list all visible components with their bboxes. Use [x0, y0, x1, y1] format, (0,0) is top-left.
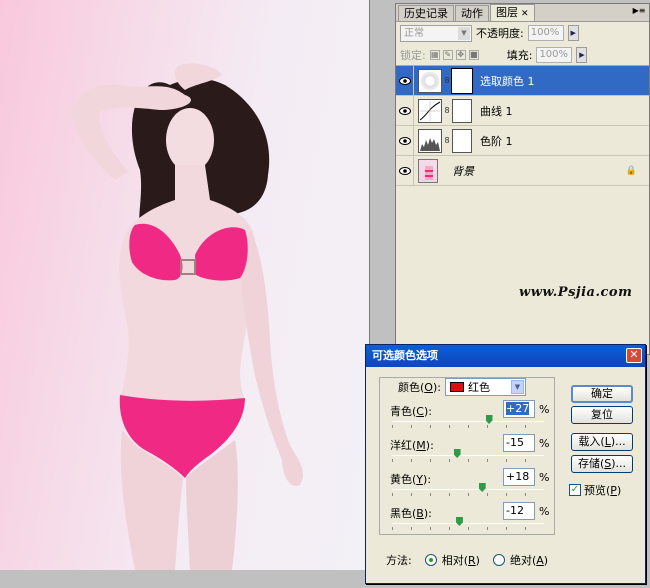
- eye-icon[interactable]: [396, 155, 414, 186]
- curves-icon: [418, 98, 442, 123]
- percent-label: %: [539, 437, 550, 450]
- slider-ticks: [392, 459, 544, 462]
- fill-label: 填充:: [506, 48, 533, 62]
- lock-all-icon[interactable]: ■: [468, 49, 479, 60]
- save-button[interactable]: 存储(S)...: [571, 455, 633, 473]
- eye-icon[interactable]: [396, 95, 414, 126]
- panel-tab-bar: 历史记录 动作 图层 ✕ ▶≡: [396, 4, 649, 22]
- close-icon[interactable]: ✕: [521, 9, 529, 19]
- opacity-arrow-button[interactable]: ▶: [567, 25, 579, 41]
- percent-label: %: [539, 505, 550, 518]
- slider-value-input[interactable]: -12: [503, 502, 535, 520]
- lock-transparent-icon[interactable]: ▦: [429, 49, 440, 60]
- document-canvas[interactable]: [0, 0, 370, 570]
- eye-icon[interactable]: [396, 125, 414, 156]
- dialog-title: 可选颜色选项: [372, 349, 438, 362]
- levels-histogram-icon: [418, 128, 442, 153]
- slider-track[interactable]: [392, 523, 544, 524]
- selective-color-icon: [418, 68, 442, 93]
- slider-label: 青色(C):: [390, 405, 432, 418]
- slider-ticks: [392, 425, 544, 428]
- relative-label: 相对(R): [441, 554, 480, 567]
- panel-menu-icon[interactable]: ▶≡: [632, 6, 646, 18]
- blend-mode-value: 正常: [404, 27, 424, 39]
- layer-row-curves[interactable]: 8 曲线 1: [396, 95, 649, 126]
- slider-value-input[interactable]: +27: [503, 400, 535, 418]
- layer-name: 曲线 1: [480, 104, 513, 118]
- absolute-radio[interactable]: [492, 554, 505, 566]
- tab-history[interactable]: 历史记录: [398, 5, 454, 21]
- preview-checkbox[interactable]: ✓: [569, 484, 581, 496]
- lock-move-icon[interactable]: ✥: [455, 49, 466, 60]
- tab-layers-label: 图层: [496, 6, 518, 19]
- color-select[interactable]: 红色 ▼: [444, 378, 526, 396]
- slider-ticks: [392, 493, 544, 496]
- layer-mask-thumbnail[interactable]: [452, 128, 472, 153]
- preview-checkbox-row[interactable]: ✓ 预览(P): [569, 482, 621, 498]
- selective-color-dialog: 可选颜色选项 ✕ 颜色(O): 红色 ▼ 青色(C): +27% 洋红(M): -15…: [365, 344, 646, 584]
- eye-icon[interactable]: [396, 65, 414, 96]
- slider-track[interactable]: [392, 489, 544, 490]
- absolute-label: 绝对(A): [509, 554, 549, 567]
- fill-arrow-button[interactable]: ▶: [576, 46, 588, 63]
- method-row: 方法: 相对(R) 绝对(A): [386, 552, 548, 568]
- layer-list: 8 选取颜色 1 8 曲线 1 8 色阶 1 背景 🔒: [396, 65, 649, 186]
- opacity-label: 不透明度:: [476, 27, 524, 40]
- slider-track[interactable]: [392, 455, 544, 456]
- slider-label: 洋红(M):: [390, 439, 434, 452]
- fill-input[interactable]: 100%: [536, 46, 573, 63]
- load-button[interactable]: 载入(L)...: [571, 433, 633, 451]
- color-select-value: 红色: [467, 381, 490, 394]
- color-label: 颜色(O):: [398, 381, 441, 394]
- layer-row-selective-color[interactable]: 8 选取颜色 1: [396, 65, 649, 96]
- layer-name: 背景: [452, 164, 474, 178]
- link-icon[interactable]: 8: [443, 76, 451, 85]
- chevron-down-icon: ▼: [458, 26, 470, 40]
- dialog-title-bar[interactable]: 可选颜色选项 ✕: [366, 345, 645, 367]
- background-thumbnail: [418, 158, 438, 183]
- slider-label: 黄色(Y):: [390, 473, 432, 486]
- slider-value-input[interactable]: -15: [503, 434, 535, 452]
- watermark-text: www.Psjia.com: [519, 285, 633, 300]
- close-icon[interactable]: ✕: [626, 348, 642, 363]
- layer-row-background[interactable]: 背景 🔒: [396, 155, 649, 186]
- slider-value-input[interactable]: +18: [503, 468, 535, 486]
- layer-mask-thumbnail[interactable]: [452, 98, 472, 123]
- opacity-input[interactable]: 100%: [527, 25, 564, 41]
- lock-paint-icon[interactable]: ✎: [442, 49, 453, 60]
- red-swatch: [449, 382, 464, 392]
- layer-row-levels[interactable]: 8 色阶 1: [396, 125, 649, 156]
- lock-label: 锁定:: [400, 48, 426, 62]
- reset-button[interactable]: 复位: [571, 406, 633, 424]
- percent-label: %: [539, 403, 550, 416]
- layer-name: 选取颜色 1: [480, 74, 535, 88]
- tab-layers[interactable]: 图层 ✕: [490, 4, 535, 21]
- slider-track[interactable]: [392, 421, 544, 422]
- ok-button[interactable]: 确定: [571, 385, 633, 403]
- lock-icon: 🔒: [625, 165, 637, 176]
- slider-ticks: [392, 527, 544, 530]
- tab-actions[interactable]: 动作: [455, 5, 489, 21]
- layer-mask-thumbnail[interactable]: [451, 67, 473, 94]
- link-icon[interactable]: 8: [443, 106, 451, 115]
- layers-panel: 历史记录 动作 图层 ✕ ▶≡ 正常 ▼ 不透明度: 100% ▶ 锁定: ▦ ✎ …: [395, 3, 650, 355]
- chevron-down-icon: ▼: [510, 380, 524, 394]
- layer-name: 色阶 1: [480, 134, 513, 148]
- relative-radio[interactable]: [424, 554, 437, 566]
- method-label: 方法:: [386, 554, 412, 567]
- photo-image: [72, 63, 303, 570]
- percent-label: %: [539, 471, 550, 484]
- slider-label: 黑色(B):: [390, 507, 432, 520]
- link-icon[interactable]: 8: [443, 136, 451, 145]
- blend-mode-select[interactable]: 正常 ▼: [400, 24, 472, 42]
- preview-label: 预览(P): [584, 484, 622, 497]
